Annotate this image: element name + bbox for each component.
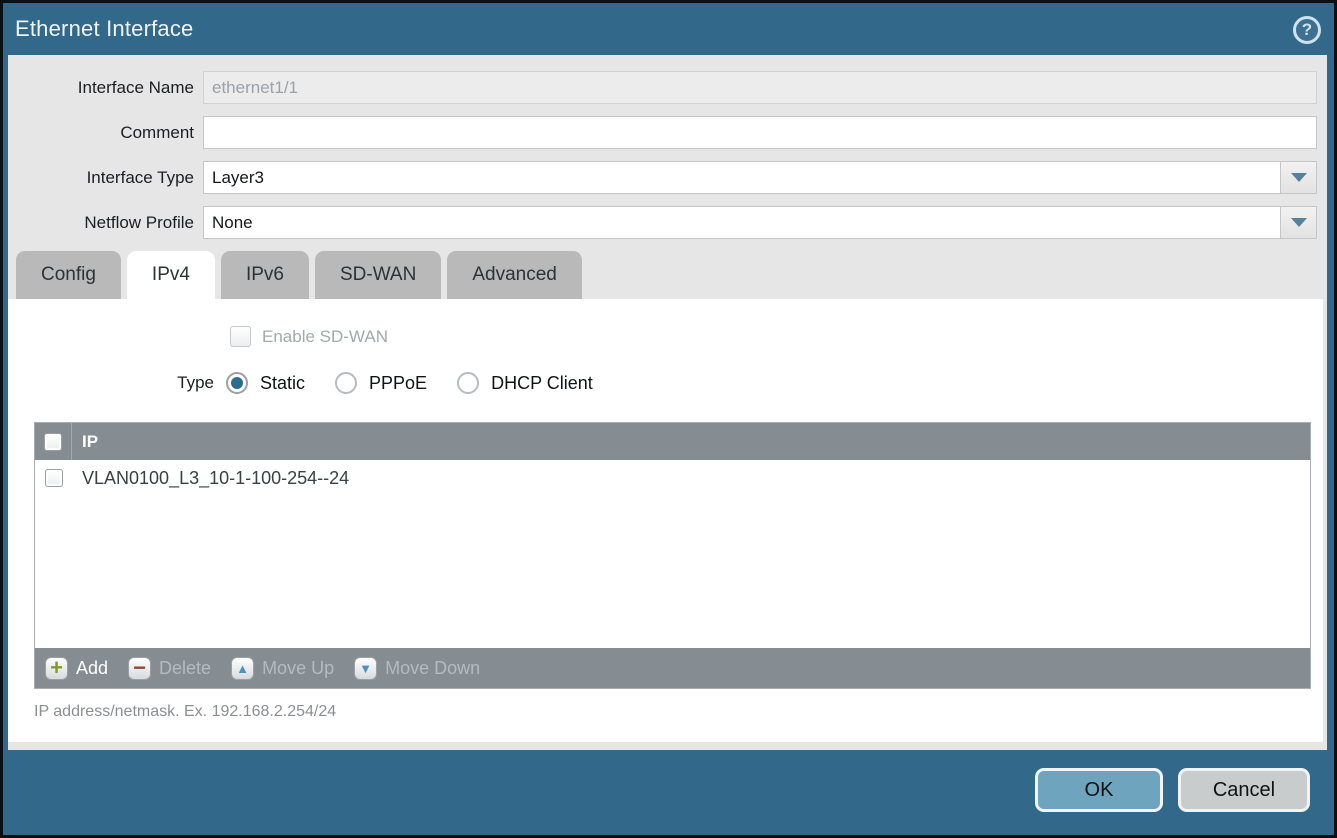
tab-label: Config	[41, 264, 96, 286]
move-up-button[interactable]: ▲ Move Up	[231, 657, 334, 680]
arrow-down-icon: ▼	[354, 657, 377, 680]
delete-button-label: Delete	[159, 658, 211, 679]
tab-ipv6[interactable]: IPv6	[221, 251, 309, 299]
ip-cell[interactable]: VLAN0100_L3_10-1-100-254--24	[82, 468, 349, 489]
radio-option-dhcp-client[interactable]: DHCP Client	[457, 372, 593, 394]
interface-type-dropdown[interactable]: Layer3	[203, 161, 1317, 194]
interface-name-label: Interface Name	[8, 78, 203, 98]
interface-type-value: Layer3	[204, 162, 1280, 193]
interface-name-row: Interface Name ethernet1/1	[8, 71, 1317, 104]
pppoe-radio-label: PPPoE	[369, 373, 427, 394]
interface-name-value: ethernet1/1	[204, 72, 1316, 103]
comment-field[interactable]	[203, 116, 1317, 149]
add-button-label: Add	[76, 658, 108, 679]
title-bar: Ethernet Interface	[3, 3, 1334, 55]
row-checkbox-cell	[35, 460, 72, 496]
type-row: Type Static PPPoE DHCP Client	[156, 372, 1323, 394]
type-label: Type	[156, 373, 214, 393]
cancel-button[interactable]: Cancel	[1178, 768, 1310, 812]
move-up-button-label: Move Up	[262, 658, 334, 679]
ethernet-interface-dialog: Ethernet Interface ? Interface Name ethe…	[0, 0, 1337, 838]
enable-sdwan-label: Enable SD-WAN	[262, 327, 388, 347]
ip-table-body: VLAN0100_L3_10-1-100-254--24	[35, 460, 1310, 648]
chevron-down-icon	[1291, 218, 1307, 227]
comment-row: Comment	[8, 116, 1317, 149]
delete-button[interactable]: − Delete	[128, 657, 211, 680]
ip-table-header: IP	[35, 423, 1310, 460]
tab-label: SD-WAN	[340, 264, 416, 286]
add-button[interactable]: + Add	[45, 657, 108, 680]
radio-option-pppoe[interactable]: PPPoE	[335, 372, 427, 394]
tab-label: Advanced	[472, 264, 557, 286]
static-radio-label: Static	[260, 373, 305, 394]
row-checkbox[interactable]	[45, 469, 63, 487]
enable-sdwan-checkbox[interactable]	[230, 326, 251, 347]
static-radio[interactable]	[226, 372, 248, 394]
tab-sdwan[interactable]: SD-WAN	[315, 251, 441, 299]
ok-button[interactable]: OK	[1035, 768, 1163, 812]
arrow-up-icon: ▲	[231, 657, 254, 680]
minus-icon: −	[128, 657, 151, 680]
netflow-profile-label: Netflow Profile	[8, 213, 203, 233]
tab-label: IPv4	[152, 264, 190, 286]
netflow-profile-dropdown-button[interactable]	[1280, 207, 1316, 238]
radio-option-static[interactable]: Static	[226, 372, 305, 394]
interface-type-dropdown-button[interactable]	[1280, 162, 1316, 193]
plus-icon: +	[45, 657, 68, 680]
move-down-button-label: Move Down	[385, 658, 480, 679]
ipv4-tab-panel: Enable SD-WAN Type Static PPPoE DHCP Cli…	[8, 299, 1323, 742]
dialog-title: Ethernet Interface	[15, 16, 193, 42]
ip-format-hint: IP address/netmask. Ex. 192.168.2.254/24	[34, 703, 1323, 721]
ip-column-header: IP	[82, 432, 98, 452]
form-area: Interface Name ethernet1/1 Comment Inter…	[8, 55, 1327, 251]
pppoe-radio[interactable]	[335, 372, 357, 394]
interface-name-field: ethernet1/1	[203, 71, 1317, 104]
interface-type-label: Interface Type	[8, 168, 203, 188]
netflow-profile-value: None	[204, 207, 1280, 238]
ip-table-toolbar: + Add − Delete ▲ Move Up ▼ Move Down	[35, 648, 1310, 688]
enable-sdwan-row: Enable SD-WAN	[230, 326, 1323, 347]
tab-advanced[interactable]: Advanced	[447, 251, 582, 299]
dhcp-client-radio-label: DHCP Client	[491, 373, 593, 394]
tab-config[interactable]: Config	[16, 251, 121, 299]
netflow-profile-dropdown[interactable]: None	[203, 206, 1317, 239]
move-down-button[interactable]: ▼ Move Down	[354, 657, 480, 680]
netflow-profile-row: Netflow Profile None	[8, 206, 1317, 239]
interface-type-row: Interface Type Layer3	[8, 161, 1317, 194]
tab-label: IPv6	[246, 264, 284, 286]
comment-value	[204, 117, 1316, 148]
help-icon[interactable]: ?	[1293, 16, 1321, 44]
table-row[interactable]: VLAN0100_L3_10-1-100-254--24	[35, 460, 1310, 496]
ip-table: IP VLAN0100_L3_10-1-100-254--24 + Add	[34, 422, 1311, 689]
tab-ipv4[interactable]: IPv4	[127, 251, 215, 299]
chevron-down-icon	[1291, 173, 1307, 182]
header-checkbox-cell	[35, 423, 72, 460]
comment-label: Comment	[8, 123, 203, 143]
dialog-content: Interface Name ethernet1/1 Comment Inter…	[8, 55, 1327, 750]
dhcp-client-radio[interactable]	[457, 372, 479, 394]
select-all-checkbox[interactable]	[44, 433, 62, 451]
tab-bar: Config IPv4 IPv6 SD-WAN Advanced	[8, 251, 1327, 299]
